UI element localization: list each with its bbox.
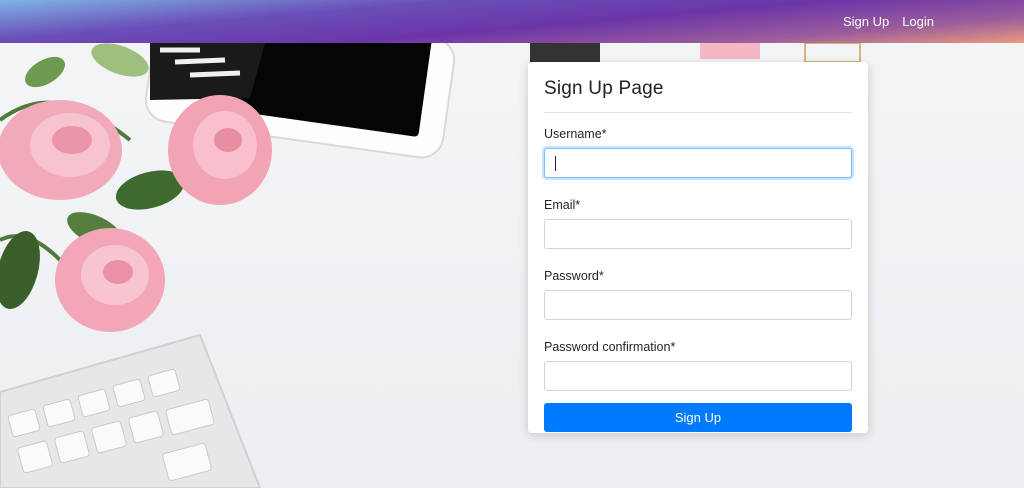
text-caret [555,156,556,171]
password-field[interactable] [544,290,852,320]
page-title: Sign Up Page [544,78,664,99]
keyboard-image [0,333,262,488]
signup-card: Sign Up Page Username* Email* Password* … [528,62,868,433]
nav-links: Sign Up Login [843,14,934,29]
password-label: Password* [544,269,604,283]
page: Sign Up Login Sign Up Page Username* Ema… [0,0,1024,488]
nav-login-link[interactable]: Login [902,14,934,29]
background-image [0,1,861,488]
top-navbar: Sign Up Login [0,0,1024,43]
username-field[interactable] [544,148,852,178]
email-label: Email* [544,198,581,212]
password-confirmation-label: Password confirmation* [544,340,676,354]
signup-button[interactable]: Sign Up [544,403,852,432]
email-field[interactable] [544,219,852,249]
title-divider [544,112,852,113]
desk-items-image [530,42,861,63]
nav-signup-link[interactable]: Sign Up [843,14,889,29]
username-label: Username* [544,127,607,141]
password-confirmation-field[interactable] [544,361,852,391]
